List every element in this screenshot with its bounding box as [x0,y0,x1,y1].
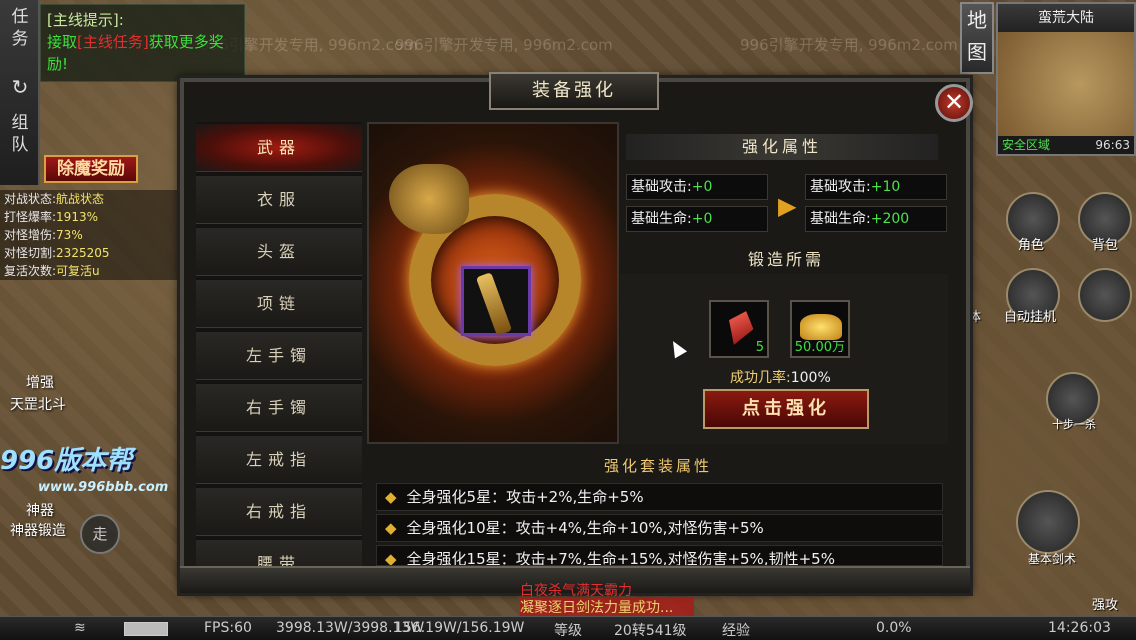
quest-text: 获取更多奖 [148,33,224,51]
refresh-icon[interactable]: ↻ [4,76,36,106]
skill-label: 强攻 [1092,598,1119,613]
material-slot[interactable]: 50.00万 [790,300,850,358]
quest-text: 接取 [47,33,78,51]
walk-button[interactable]: 走 [80,514,120,554]
level-value: 20转541级 [614,623,687,639]
wifi-icon: ≋ [74,620,86,636]
next-hp: 基础生命:+200 [805,206,947,232]
stat-row: 对怪增伤:73% [4,228,83,242]
exp-value: 0.0% [876,620,912,636]
watermark: 996引擎开发专用, 996m2.com [740,36,958,54]
suit-header: 强化套装属性 [603,457,712,475]
quest-tracker[interactable]: [主线提示]: 接取[主线任务]获取更多奖 励! [40,4,245,82]
equipment-tabs: 武器 衣服 头盔 项链 左手镯 右手镯 左戒指 右戒指 腰带 [196,122,362,566]
dpad-button[interactable] [1078,268,1132,322]
mp-label: 156.19W/156.19W [394,620,525,636]
dialog-title: 装备强化 [489,72,659,110]
coords: 96:63 [1095,138,1130,152]
player-label: 增强 [26,375,54,391]
suit-row: ◆ 全身强化15星：攻击+7%,生命+15%,对怪伤害+5%,韧性+5% [376,545,943,566]
safe-zone-label: 安全区域 [1002,138,1051,152]
tab-necklace[interactable]: 项链 [196,280,362,328]
material-slot[interactable]: 5 [709,300,769,358]
logo-url: www.996bbb.com [38,480,169,495]
character-label: 角色 [1018,238,1045,253]
player-label: 神器 [26,503,54,519]
tab-weapon[interactable]: 武器 [196,124,362,172]
player-label: 天罡北斗 [10,397,66,413]
tab-left-ring[interactable]: 左戒指 [196,436,362,484]
tab-quest[interactable]: 任务 [4,6,36,66]
level-title: 等级 [554,623,582,639]
enhance-button[interactable]: 点击强化 [703,389,869,429]
arrow-right-icon: ▶ [778,192,797,220]
diamond-icon: ◆ [385,550,397,566]
dragon-head-icon [389,164,469,234]
status-bar: ≋ FPS:60 3998.13W/3998.13W 156.19W/156.1… [0,616,1136,640]
material-count: 5 [755,340,764,355]
suit-row: ◆ 全身强化10星：攻击+4%,生命+10%,对怪伤害+5% [376,514,943,542]
current-attack: 基础攻击:+0 [626,174,768,200]
fps-label: FPS:60 [204,620,252,636]
stat-row: 对怪切割:2325205 [4,246,110,260]
map-button[interactable]: 地图 [960,2,994,74]
weapon-slot[interactable] [461,266,531,336]
player-label[interactable]: 神器锻造 [10,520,66,540]
stat-row: 打怪爆率:1913% [4,210,98,224]
attribute-header: 强化属性 [626,134,938,160]
success-rate: 成功几率:100% [730,370,831,386]
battery-icon [124,622,168,636]
quest-title: [主线提示]: [47,11,124,29]
minimap[interactable]: 蛮荒大陆 安全区域 96:63 [996,2,1136,156]
suit-row: ◆ 全身强化5星：攻击+2%,生命+5% [376,483,943,511]
exp-title: 经验 [722,623,750,639]
quest-text: 励! [47,55,69,73]
clock: 14:26:03 [1048,620,1111,636]
dragon-artwork [367,122,619,444]
bag-label: 背包 [1092,238,1119,253]
quest-link[interactable]: [主线任务] [77,33,149,51]
reward-button[interactable]: 除魔奖励 [44,155,138,183]
tab-right-bracelet[interactable]: 右手镯 [196,384,362,432]
skill-label: 十步一杀 [1052,418,1096,431]
side-tabs: 任务 ↻ 组队 [0,0,40,185]
watermark: 996引擎开发专用, 996m2.com [395,36,613,54]
stat-row: 复活次数:可复活u [4,264,100,278]
map-name: 蛮荒大陆 [998,4,1134,32]
stats-panel: 对战状态:航战状态 打怪爆率:1913% 对怪增伤:73% 对怪切割:23252… [0,190,180,280]
tab-helmet[interactable]: 头盔 [196,228,362,276]
tab-belt[interactable]: 腰带 [196,540,362,566]
material-count: 50.00万 [794,340,845,355]
diamond-icon: ◆ [385,519,397,537]
tab-right-ring[interactable]: 右戒指 [196,488,362,536]
sword-icon [475,272,513,336]
tab-armor[interactable]: 衣服 [196,176,362,224]
auto-hunt-label: 自动挂机 [1004,310,1057,325]
next-attack: 基础攻击:+10 [805,174,947,200]
diamond-icon: ◆ [385,488,397,506]
stat-row: 对战状态:航战状态 [4,192,105,206]
logo: 996版本帮 [0,446,133,476]
chat-line: 凝聚逐日剑法力量成功... [520,597,694,617]
skill-label: 基本剑术 [1028,552,1077,566]
tab-left-bracelet[interactable]: 左手镯 [196,332,362,380]
forge-header: 锻造所需 [747,250,824,269]
current-hp: 基础生命:+0 [626,206,768,232]
red-crystal-icon [722,307,759,350]
tab-team[interactable]: 组队 [4,112,36,182]
basic-sword-button[interactable] [1016,490,1080,554]
minimap-view[interactable] [998,32,1134,136]
close-icon[interactable]: ✕ [935,84,973,122]
